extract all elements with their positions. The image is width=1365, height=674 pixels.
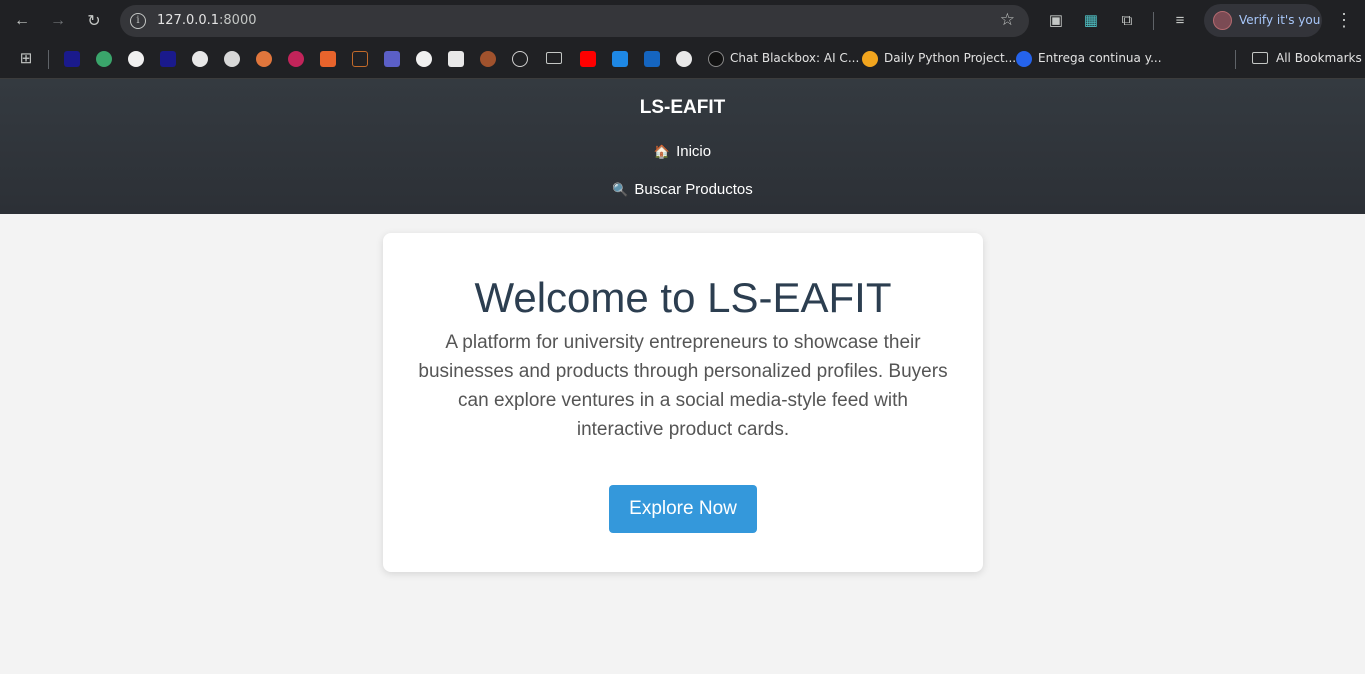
- bookmark-sun-icon[interactable]: [256, 51, 272, 67]
- bookmark-azure-icon[interactable]: [644, 51, 660, 67]
- url-host: 127.0.0.1: [157, 13, 220, 28]
- hero-description: A platform for university entrepreneurs …: [418, 332, 948, 440]
- forward-icon[interactable]: →: [45, 8, 71, 34]
- bookmarks-divider-right: [1235, 50, 1236, 69]
- all-bookmarks-label[interactable]: All Bookmarks: [1276, 51, 1362, 65]
- page-title: Welcome to LS-EAFIT: [474, 274, 892, 321]
- search-icon: 🔍: [612, 182, 629, 197]
- bookmark-globe-icon[interactable]: [676, 51, 692, 67]
- nav-link-label: Inicio: [676, 143, 712, 160]
- site-info-icon[interactable]: i: [130, 13, 146, 29]
- bookmark-favicon-e2-icon[interactable]: [160, 51, 176, 67]
- bookmark-star-icon[interactable]: ☆: [1000, 10, 1015, 30]
- bookmark-youtube-icon[interactable]: [580, 51, 596, 67]
- screen-cast-icon[interactable]: ▣: [1045, 9, 1067, 31]
- bookmark-image-icon[interactable]: [448, 51, 464, 67]
- bookmark-avatar-icon[interactable]: [480, 51, 496, 67]
- bookmark-favicon-e-icon[interactable]: [64, 51, 80, 67]
- bookmark-vercel-icon[interactable]: [512, 51, 528, 67]
- bookmarks-bar: ⊞ Chat Blackbox: AI C... Daily Python Pr…: [0, 41, 1365, 79]
- bookmark-dragon-icon[interactable]: [288, 51, 304, 67]
- browser-chrome: ← → ↻ i 127.0.0.1:8000 ☆ ▣ ▦ ⧉ ≡ Verify …: [0, 0, 1365, 79]
- address-bar[interactable]: i 127.0.0.1:8000 ☆: [120, 5, 1029, 37]
- bookmark-github2-icon[interactable]: [416, 51, 432, 67]
- bookmark-openai-icon[interactable]: [192, 51, 208, 67]
- explore-now-button[interactable]: Explore Now: [609, 485, 757, 533]
- bookmark-entrega-icon[interactable]: [1016, 51, 1032, 67]
- address-url[interactable]: 127.0.0.1:8000: [157, 13, 257, 28]
- profile-chip[interactable]: Verify it's you: [1204, 4, 1322, 37]
- site-title[interactable]: LS-EAFIT: [0, 97, 1365, 119]
- url-port: :8000: [219, 13, 257, 28]
- apps-grid-icon[interactable]: ⊞: [15, 47, 37, 69]
- bookmark-teams-icon[interactable]: [384, 51, 400, 67]
- bookmark-github-icon[interactable]: [128, 51, 144, 67]
- nav-link-label: Buscar Productos: [634, 181, 753, 198]
- bookmark-folder-icon[interactable]: [546, 52, 562, 64]
- menu-kebab-icon[interactable]: ⋮: [1333, 9, 1355, 31]
- browser-toolbar: ← → ↻ i 127.0.0.1:8000 ☆ ▣ ▦ ⧉ ≡ Verify …: [0, 0, 1365, 41]
- welcome-card: Welcome to LS-EAFIT A platform for unive…: [383, 233, 983, 572]
- bookmark-chat-icon[interactable]: [224, 51, 240, 67]
- nav-link-inicio[interactable]: 🏠 Inicio: [0, 143, 1365, 160]
- site-header: LS-EAFIT 🏠 Inicio 🔍 Buscar Productos: [0, 79, 1365, 214]
- extensions-puzzle-icon[interactable]: ⧉: [1116, 9, 1138, 31]
- avatar: [1213, 11, 1232, 30]
- bookmarks-divider: [48, 50, 49, 69]
- home-icon: 🏠: [653, 144, 671, 159]
- bookmark-blackbox-label[interactable]: Chat Blackbox: AI C...: [730, 51, 859, 65]
- bookmark-entrega-label[interactable]: Entrega continua y...: [1038, 51, 1162, 65]
- back-icon[interactable]: ←: [9, 8, 35, 34]
- reload-icon[interactable]: ↻: [81, 8, 107, 34]
- bookmark-python-label[interactable]: Daily Python Project...: [884, 51, 1016, 65]
- bookmark-fox-icon[interactable]: [320, 51, 336, 67]
- bookmark-blackbox-icon[interactable]: [708, 51, 724, 67]
- extension-icon[interactable]: ▦: [1080, 9, 1102, 31]
- media-control-icon[interactable]: ≡: [1169, 9, 1191, 31]
- toolbar-divider: [1153, 12, 1154, 30]
- bookmark-stack-icon[interactable]: [96, 51, 112, 67]
- bookmark-code-icon[interactable]: [352, 51, 368, 67]
- all-bookmarks-folder-icon[interactable]: [1252, 52, 1268, 64]
- nav-link-buscar-productos[interactable]: 🔍 Buscar Productos: [0, 181, 1365, 198]
- profile-label: Verify it's you: [1239, 13, 1321, 27]
- bookmark-python-icon[interactable]: [862, 51, 878, 67]
- bookmark-app-icon[interactable]: [612, 51, 628, 67]
